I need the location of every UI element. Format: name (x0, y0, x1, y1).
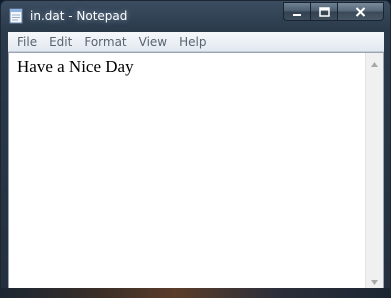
caption-buttons (283, 2, 384, 22)
scroll-up-button[interactable] (366, 53, 383, 70)
text-editor[interactable]: Have a Nice Day (8, 52, 384, 289)
minimize-button[interactable] (283, 2, 310, 21)
scroll-down-button[interactable] (366, 271, 383, 288)
vertical-scrollbar[interactable] (365, 53, 383, 288)
menu-file[interactable]: File (11, 32, 43, 52)
desktop-background-strip (0, 288, 391, 298)
minimize-icon (292, 2, 302, 21)
menu-format[interactable]: Format (78, 32, 132, 52)
maximize-icon (318, 2, 330, 21)
scroll-down-arrow-icon (371, 270, 378, 289)
close-icon (355, 2, 366, 21)
notepad-window: in.dat - Notepad File Edit Format View H… (0, 0, 391, 298)
maximize-button[interactable] (310, 2, 337, 21)
menu-view[interactable]: View (133, 32, 173, 52)
window-title: in.dat - Notepad (30, 9, 128, 23)
title-bar[interactable]: in.dat - Notepad (1, 1, 390, 31)
menu-help[interactable]: Help (173, 32, 212, 52)
notepad-icon[interactable] (9, 7, 23, 24)
menu-bar: File Edit Format View Help (8, 32, 384, 52)
scroll-up-arrow-icon (371, 52, 378, 71)
close-button[interactable] (337, 2, 384, 21)
document-text[interactable]: Have a Nice Day (17, 57, 134, 77)
menu-edit[interactable]: Edit (43, 32, 78, 52)
